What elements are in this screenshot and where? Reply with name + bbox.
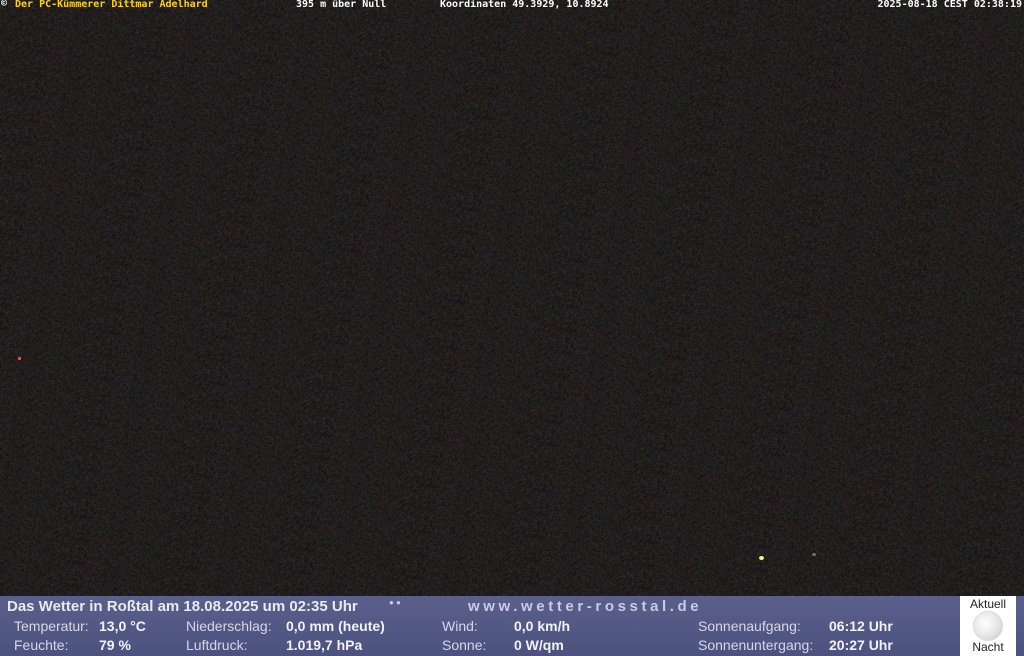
night-sky-noise (0, 0, 1024, 596)
moon-bottom-label: Nacht (972, 640, 1004, 654)
owner-name: Der PC-Kümmerer Dittmar Adelhard (15, 0, 208, 10)
altitude-text: 395 m über Null (296, 0, 387, 10)
sunrise-label: Sonnenaufgang: (698, 618, 801, 634)
wind-label: Wind: (442, 618, 478, 634)
moon-icon (974, 612, 1002, 640)
temperature-label: Temperatur: (14, 618, 89, 634)
webcam-image (0, 0, 1024, 596)
sun-label: Sonne: (442, 637, 487, 653)
wind-value: 0,0 km/h (514, 618, 571, 634)
weather-panel: Das Wetter in Roßtal am 18.08.2025 um 02… (0, 596, 1024, 656)
moon-top-label: Aktuell (969, 597, 1007, 611)
sun-value: 0 W/qm (514, 637, 564, 653)
temperature-value: 13,0 °C (99, 618, 146, 634)
weather-heading: Das Wetter in Roßtal am 18.08.2025 um 02… (7, 598, 358, 615)
sunset-value: 20:27 Uhr (829, 637, 893, 653)
webcam-info-bar: © Der PC-Kümmerer Dittmar Adelhard 395 m… (0, 0, 1024, 11)
moon-phase-box: Aktuell Nacht (960, 596, 1016, 656)
sunset-label: Sonnenuntergang: (698, 637, 814, 653)
sunrise-value: 06:12 Uhr (829, 618, 893, 634)
copyright-symbol: © (1, 0, 8, 9)
timestamp-text: 2025-08-18 CEST 02:38:19 (877, 0, 1023, 10)
decorative-dots: ● ● (389, 598, 401, 607)
humidity-value: 79 % (99, 637, 131, 653)
precipitation-label: Niederschlag: (186, 618, 272, 634)
precipitation-value: 0,0 mm (heute) (286, 618, 385, 634)
website-link[interactable]: www.wetter-rosstal.de (468, 599, 702, 615)
distant-light-dim (812, 553, 816, 556)
distant-light-yellow (759, 556, 764, 560)
humidity-label: Feuchte: (14, 637, 69, 653)
pressure-label: Luftdruck: (186, 637, 248, 653)
pressure-value: 1.019,7 hPa (286, 637, 363, 653)
distant-light-red (18, 357, 21, 360)
coordinates-text: Koordinaten 49.3929, 10.8924 (440, 0, 609, 10)
